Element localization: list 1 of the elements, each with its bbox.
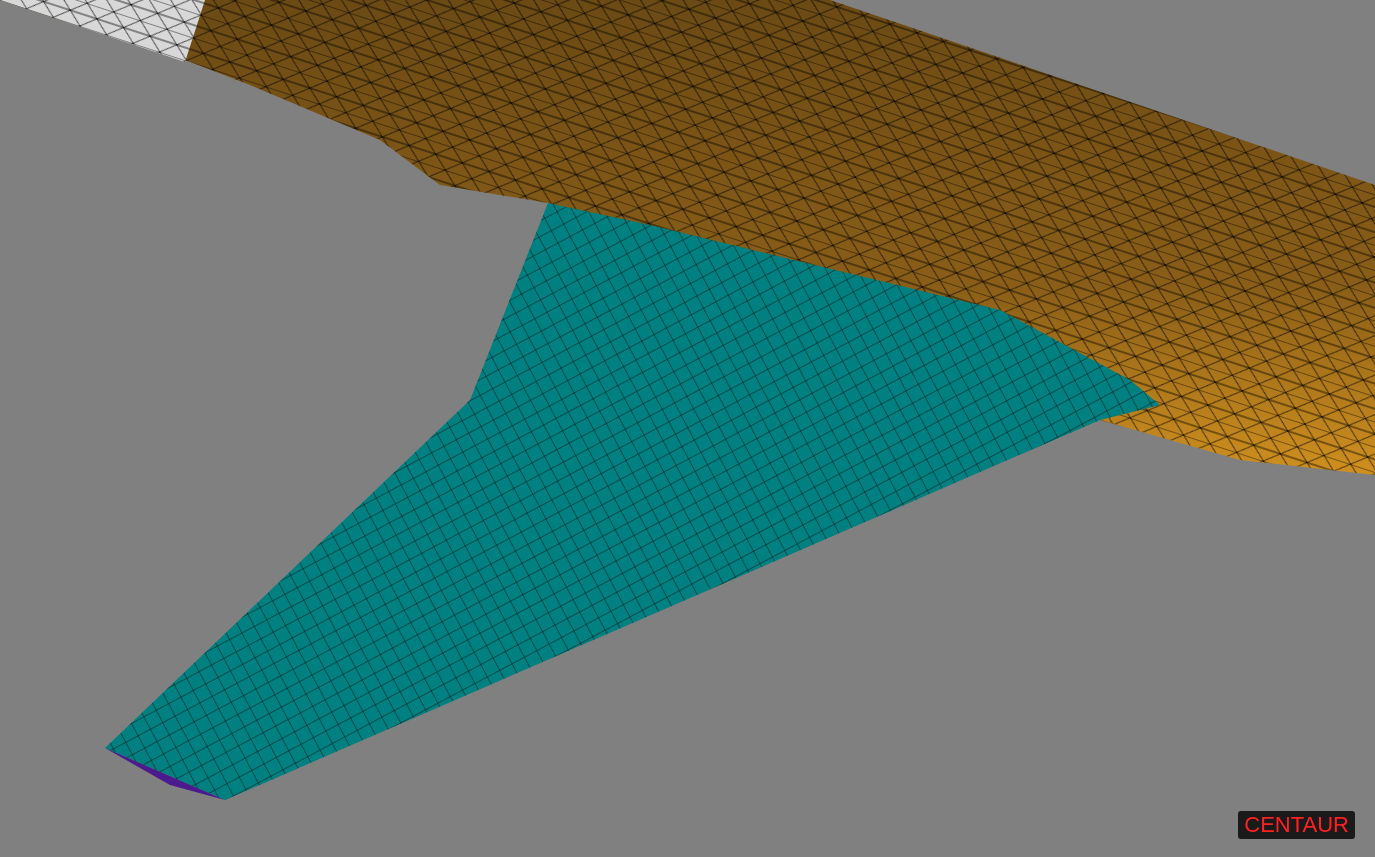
viewport-label: CENTAUR [1238, 811, 1355, 839]
